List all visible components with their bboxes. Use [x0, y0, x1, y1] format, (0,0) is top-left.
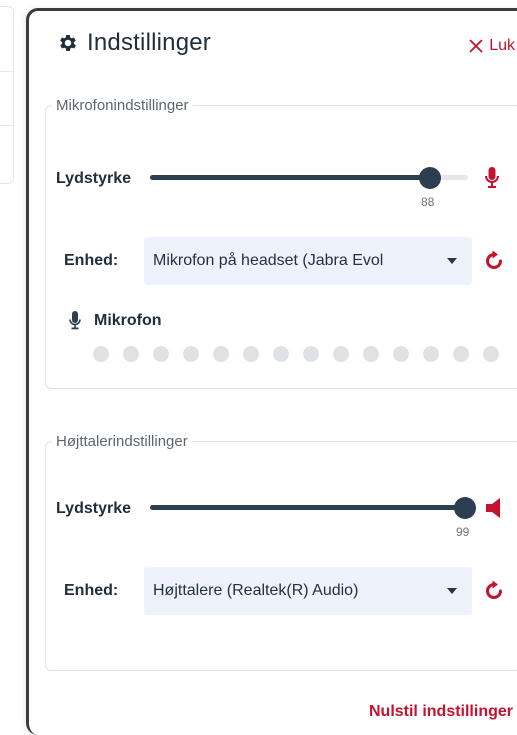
- speaker-volume-value: 99: [456, 525, 470, 539]
- slider-fill: [150, 175, 430, 180]
- close-icon: [469, 39, 483, 53]
- level-dot: [453, 346, 469, 362]
- level-dot: [483, 346, 499, 362]
- speaker-volume-slider[interactable]: 99: [150, 495, 476, 539]
- speaker-volume-label: Lydstyrke: [56, 500, 131, 517]
- divider: [0, 125, 13, 126]
- speaker-settings-group: Højttalerindstillinger Lydstyrke 99 Enhe…: [45, 433, 517, 671]
- level-dot: [123, 346, 139, 362]
- level-dot: [393, 346, 409, 362]
- microphone-settings-group: Mikrofonindstillinger Lydstyrke 88 Enhed…: [45, 97, 517, 389]
- level-dot: [333, 346, 349, 362]
- speaker-settings-legend: Højttalerindstillinger: [56, 433, 188, 450]
- level-dot: [153, 346, 169, 362]
- level-dot: [243, 346, 259, 362]
- slider-knob[interactable]: [454, 497, 476, 519]
- mic-device-value: Mikrofon på headset (Jabra Evol: [153, 252, 384, 269]
- reset-settings-button[interactable]: Nulstil indstillinger: [369, 703, 513, 721]
- mic-volume-label: Lydstyrke: [56, 170, 131, 187]
- level-dot: [213, 346, 229, 362]
- microphone-icon[interactable]: [484, 166, 500, 190]
- mic-device-label: Enhed:: [64, 252, 119, 269]
- panel-header: Indstillinger: [57, 29, 211, 57]
- level-dot: [363, 346, 379, 362]
- close-button[interactable]: Luk: [469, 37, 515, 55]
- refresh-icon[interactable]: [483, 250, 505, 272]
- caret-down-icon: [447, 588, 457, 594]
- speaker-device-select[interactable]: Højttalere (Realtek(R) Audio): [144, 567, 472, 615]
- mic-volume-value: 88: [421, 195, 435, 209]
- settings-panel: Indstillinger Luk Mikrofonindstillinger …: [26, 8, 517, 735]
- divider: [0, 71, 13, 72]
- level-dot: [183, 346, 199, 362]
- close-label: Luk: [489, 37, 515, 54]
- mic-device-select[interactable]: Mikrofon på headset (Jabra Evol: [144, 237, 472, 285]
- speaker-device-label: Enhed:: [64, 582, 119, 599]
- mic-volume-slider[interactable]: 88: [150, 165, 468, 209]
- background-card: [0, 6, 14, 184]
- mic-level-meter: [93, 346, 513, 362]
- level-dot: [303, 346, 319, 362]
- level-dot: [93, 346, 109, 362]
- refresh-icon[interactable]: [483, 580, 505, 602]
- level-dot: [423, 346, 439, 362]
- panel-title: Indstillinger: [87, 29, 211, 56]
- speaker-device-value: Højttalere (Realtek(R) Audio): [153, 582, 359, 599]
- slider-fill: [150, 505, 465, 510]
- speaker-icon[interactable]: [486, 497, 504, 519]
- microphone-small-icon: [69, 311, 81, 330]
- slider-knob[interactable]: [419, 167, 441, 189]
- gear-icon: [60, 35, 76, 51]
- microphone-settings-legend: Mikrofonindstillinger: [56, 97, 189, 114]
- mic-meter-label: Mikrofon: [94, 312, 162, 329]
- level-dot: [273, 346, 289, 362]
- caret-down-icon: [447, 258, 457, 264]
